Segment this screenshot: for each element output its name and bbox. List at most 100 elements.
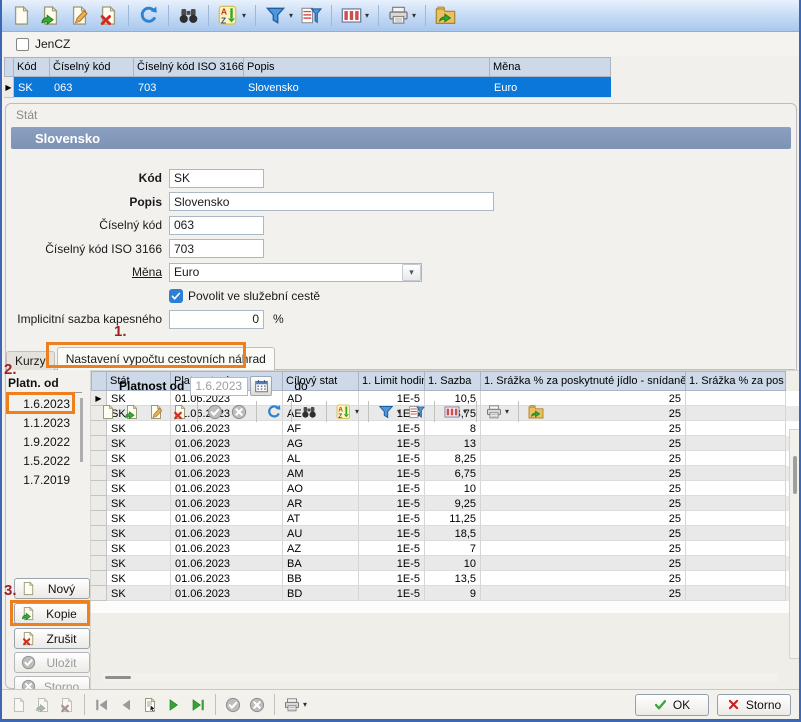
doc-new-button[interactable]: [97, 402, 119, 422]
table-row[interactable]: SK01.06.2023AU1E-518,525: [91, 526, 799, 541]
nav-first-button[interactable]: [91, 695, 113, 715]
doc-delete-button[interactable]: [95, 3, 122, 28]
implicitni-sazba-kapesneho-input[interactable]: 0: [169, 310, 264, 329]
scrollbar-thumb[interactable]: [793, 456, 797, 494]
refresh-button[interactable]: [263, 402, 285, 422]
cell: [686, 421, 786, 436]
cell: BA: [283, 556, 359, 571]
doc-delete-button[interactable]: [56, 695, 78, 715]
accept-circle-icon: [207, 404, 223, 420]
record-detail-button[interactable]: [139, 695, 161, 715]
table-row[interactable]: SK01.06.2023BB1E-513,525: [91, 571, 799, 586]
ulozit-button[interactable]: Uložit: [14, 652, 90, 673]
export-button[interactable]: [432, 3, 459, 28]
validity-date-item[interactable]: 1.1.2023: [6, 414, 70, 433]
column-header[interactable]: Měna: [490, 57, 611, 77]
doc-copy-button[interactable]: [32, 695, 54, 715]
validity-date-item[interactable]: 1.6.2023: [6, 395, 70, 414]
nav-next-button[interactable]: [163, 695, 185, 715]
doc-new-button[interactable]: [8, 695, 30, 715]
cancel-circle-button[interactable]: [228, 402, 250, 422]
ok-button[interactable]: OK: [635, 694, 709, 716]
column-header[interactable]: Číselný kód ISO 3166: [134, 57, 244, 77]
novy-button[interactable]: Nový: [14, 578, 90, 599]
validity-date-item[interactable]: 1.9.2022: [6, 433, 70, 452]
filter-values-button[interactable]: [406, 402, 428, 422]
annotation-3: 3.: [4, 582, 17, 599]
table-row[interactable]: SK01.06.2023AG1E-51325: [91, 436, 799, 451]
table-row[interactable]: ▶SK063703SlovenskoEuro: [4, 77, 611, 98]
column-header[interactable]: 1. Srážka % za pos: [686, 371, 786, 391]
table-row[interactable]: SK01.06.2023AF1E-5825: [91, 421, 799, 436]
columns-button[interactable]: ▾: [338, 3, 372, 28]
jencz-checkbox[interactable]: [16, 38, 29, 51]
dropdown-arrow-icon[interactable]: ▾: [242, 12, 246, 20]
cancel-circle-button[interactable]: [246, 695, 268, 715]
export-button[interactable]: [525, 402, 547, 422]
search-binoculars-button[interactable]: [175, 3, 202, 28]
column-header[interactable]: 1. Sazba: [425, 371, 481, 391]
zrusit-button[interactable]: Zrušit: [14, 628, 90, 649]
popis-input[interactable]: Slovensko: [169, 192, 494, 211]
dropdown-arrow-icon[interactable]: ▾: [463, 408, 467, 416]
kopie-button[interactable]: Kopie: [14, 603, 90, 624]
dropdown-arrow-icon[interactable]: ▾: [365, 12, 369, 20]
table-row[interactable]: SK01.06.2023AL1E-58,2525: [91, 451, 799, 466]
doc-edit-button[interactable]: [145, 402, 167, 422]
filter-button[interactable]: ▾: [262, 3, 296, 28]
doc-edit-button[interactable]: [66, 3, 93, 28]
date-list-scrollbar[interactable]: [80, 398, 83, 462]
dropdown-arrow-icon[interactable]: ▾: [505, 408, 509, 416]
columns-button[interactable]: ▾: [441, 402, 470, 422]
doc-copy-button[interactable]: [121, 402, 143, 422]
ciselny-kod-input[interactable]: 063: [169, 216, 264, 235]
platnost-od-input[interactable]: 1.6.2023: [190, 377, 248, 396]
sort-az-button[interactable]: AZ▾: [333, 402, 362, 422]
accept-circle-button[interactable]: [222, 695, 244, 715]
scrollbar-thumb[interactable]: [105, 676, 131, 679]
print-button[interactable]: ▾: [281, 695, 310, 715]
table-row[interactable]: SK01.06.2023AT1E-511,2525: [91, 511, 799, 526]
column-header[interactable]: Popis: [244, 57, 490, 77]
filter-values-button[interactable]: [298, 3, 325, 28]
rates-grid-vertical-scrollbar[interactable]: [789, 429, 801, 659]
refresh-button[interactable]: [135, 3, 162, 28]
table-row[interactable]: SK01.06.2023AO1E-51025: [91, 481, 799, 496]
table-row[interactable]: SK01.06.2023AM1E-56,7525: [91, 466, 799, 481]
kod-input[interactable]: SK: [169, 169, 264, 188]
table-row[interactable]: SK01.06.2023BA1E-51025: [91, 556, 799, 571]
mena-select[interactable]: Euro▾: [169, 263, 422, 282]
column-header[interactable]: 1. Limit hodin: [359, 371, 425, 391]
print-button[interactable]: ▾: [385, 3, 419, 28]
validity-date-item[interactable]: 1.5.2022: [6, 452, 70, 471]
dropdown-arrow-icon[interactable]: ▾: [289, 12, 293, 20]
povolit-ve-sluzebni-ceste-checkbox[interactable]: [169, 289, 183, 303]
column-header[interactable]: 1. Srážka % za poskytnuté jídlo - snídan…: [481, 371, 686, 391]
column-header[interactable]: Kód: [14, 57, 50, 77]
chevron-down-icon[interactable]: ▾: [402, 264, 421, 281]
doc-new-button[interactable]: [8, 3, 35, 28]
rates-grid-horizontal-scrollbar[interactable]: [103, 673, 779, 682]
accept-circle-button[interactable]: [204, 402, 226, 422]
dropdown-arrow-icon[interactable]: ▾: [355, 408, 359, 416]
doc-copy-button[interactable]: [37, 3, 64, 28]
filter-button[interactable]: ▾: [375, 402, 404, 422]
validity-date-item[interactable]: 1.7.2019: [6, 471, 70, 490]
tab-nastaveni-vypoctu-cestovnich-nahrad[interactable]: Nastavení vypočtu cestovních náhrad: [57, 347, 275, 370]
table-row[interactable]: SK01.06.2023BD1E-5925: [91, 586, 799, 601]
dropdown-arrow-icon[interactable]: ▾: [303, 701, 307, 709]
nav-prev-button[interactable]: [115, 695, 137, 715]
table-row[interactable]: SK01.06.2023AZ1E-5725: [91, 541, 799, 556]
ciselny-kod-iso-3166-input[interactable]: 703: [169, 239, 264, 258]
search-binoculars-button[interactable]: [298, 402, 320, 422]
calendar-button[interactable]: [250, 376, 272, 396]
print-button[interactable]: ▾: [483, 402, 512, 422]
dropdown-arrow-icon[interactable]: ▾: [397, 408, 401, 416]
column-header[interactable]: Číselný kód: [50, 57, 134, 77]
nav-last-button[interactable]: [187, 695, 209, 715]
dropdown-arrow-icon[interactable]: ▾: [412, 12, 416, 20]
storno-button[interactable]: Storno: [717, 694, 791, 716]
table-row[interactable]: SK01.06.2023AR1E-59,2525: [91, 496, 799, 511]
sort-az-button[interactable]: AZ▾: [215, 3, 249, 28]
doc-delete-button[interactable]: [169, 402, 191, 422]
